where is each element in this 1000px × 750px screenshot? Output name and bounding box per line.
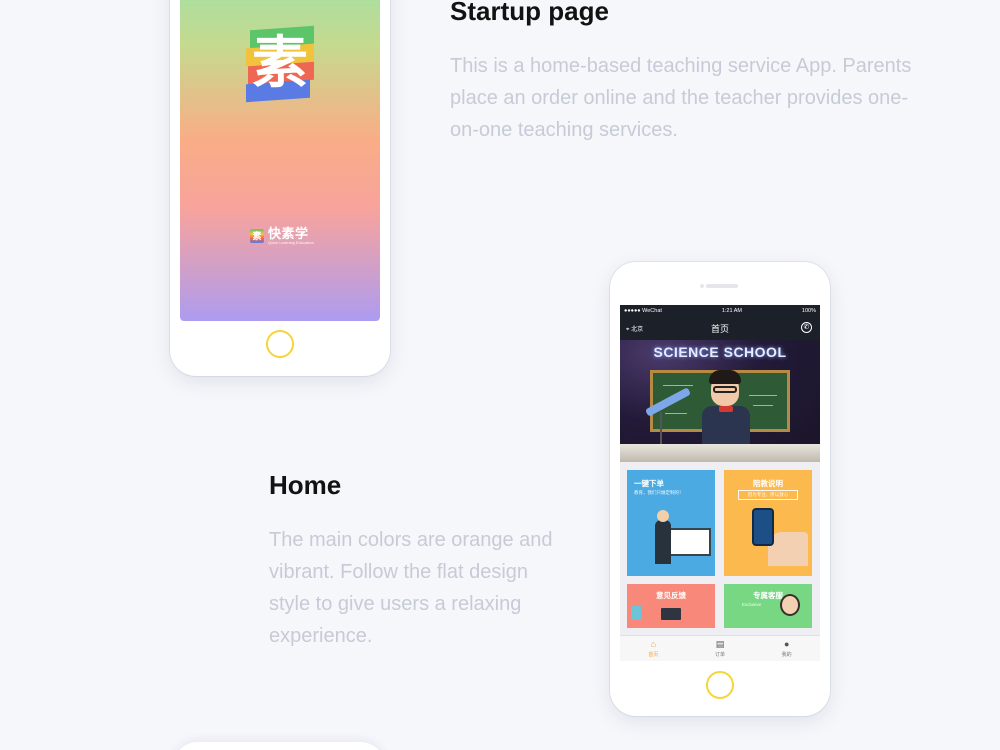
next-phone-mockup-partial <box>172 742 386 750</box>
desk-illustration <box>620 444 820 462</box>
status-bar: ●●●●● WeChat 1:21 AM 100% <box>620 305 820 316</box>
time-label: 1:21 AM <box>721 307 743 314</box>
dedicated-service-card[interactable]: 专属客服 Exclusive <box>724 584 812 628</box>
feedback-card[interactable]: 意见反馈 <box>627 584 715 628</box>
tutoring-guide-card[interactable]: 陪教说明 因为专注，所以放心 <box>724 470 812 576</box>
home-phone-mockup: ●●●●● WeChat 1:21 AM 100% ⌖ 北京 首页 ✆ SCIE… <box>610 262 830 716</box>
banner-title: SCIENCE SCHOOL <box>653 344 787 360</box>
camera-dot <box>700 284 704 288</box>
teacher-illustration <box>655 520 671 564</box>
speaker-grille <box>706 284 738 288</box>
home-heading: Home <box>269 470 342 500</box>
card-subtitle: Exclusive <box>742 602 762 607</box>
battery-label: 100% <box>801 307 816 314</box>
tab-orders[interactable]: ▤ 订单 <box>687 636 754 661</box>
card-title: 陪教说明 <box>753 479 783 488</box>
card-title: 一键下单 <box>634 479 664 488</box>
home-button[interactable] <box>706 671 734 699</box>
card-title: 意见反馈 <box>656 591 686 600</box>
one-click-order-card[interactable]: 一键下单 教育，我们只做定制的！ <box>627 470 715 576</box>
nav-title: 首页 <box>710 324 729 334</box>
plant-illustration <box>631 606 641 620</box>
hand-illustration <box>768 532 808 566</box>
card-subtitle: 因为专注，所以放心 <box>738 490 798 500</box>
home-screen: ●●●●● WeChat 1:21 AM 100% ⌖ 北京 首页 ✆ SCIE… <box>620 305 820 661</box>
nav-bar: ⌖ 北京 首页 ✆ <box>620 316 820 340</box>
brand-subtitle: Quick Learning Education <box>268 240 314 245</box>
smartphone-illustration <box>752 508 774 546</box>
tripod-illustration <box>660 412 662 446</box>
carrier-label: ●●●●● WeChat <box>624 307 662 314</box>
brand-lockup: 素 快素学 Quick Learning Education <box>250 227 314 245</box>
tab-home[interactable]: ⌂ 首页 <box>620 636 687 661</box>
startup-phone-mockup: 素 素 快素学 Quick Learning Education <box>170 0 390 376</box>
brand-mini-logo: 素 <box>250 229 264 243</box>
glasses-illustration <box>713 386 737 393</box>
promo-banner[interactable]: SCIENCE SCHOOL <box>620 340 820 462</box>
teacher-head-illustration <box>657 510 669 522</box>
tab-profile[interactable]: ● 我的 <box>753 636 820 661</box>
bow-tie-illustration <box>719 406 733 412</box>
phone-call-icon[interactable]: ✆ <box>801 322 812 333</box>
app-logo: 素 <box>244 25 316 103</box>
logo-char: 素 <box>252 31 308 94</box>
agent-avatar-illustration <box>780 594 800 616</box>
boy-hair-illustration <box>709 370 741 384</box>
profile-icon: ● <box>783 639 790 649</box>
startup-screen: 素 素 快素学 Quick Learning Education <box>180 0 380 321</box>
home-icon: ⌂ <box>650 639 657 649</box>
boy-body-illustration <box>702 406 750 446</box>
tab-label: 订单 <box>715 652 726 658</box>
monitor-illustration <box>661 608 681 620</box>
startup-description: This is a home-based teaching service Ap… <box>450 55 912 141</box>
home-description: The main colors are orange and vibrant. … <box>269 529 553 647</box>
order-icon: ▤ <box>715 639 725 649</box>
bottom-tab-bar: ⌂ 首页 ▤ 订单 ● 我的 <box>620 635 820 661</box>
tab-label: 首页 <box>648 652 659 658</box>
whiteboard-illustration <box>667 528 711 556</box>
tab-label: 我的 <box>781 652 792 658</box>
startup-heading: Startup page <box>450 0 609 26</box>
home-button[interactable] <box>266 330 294 358</box>
card-subtitle: 教育，我们只做定制的！ <box>634 490 684 495</box>
brand-name: 快素学 <box>268 226 309 241</box>
